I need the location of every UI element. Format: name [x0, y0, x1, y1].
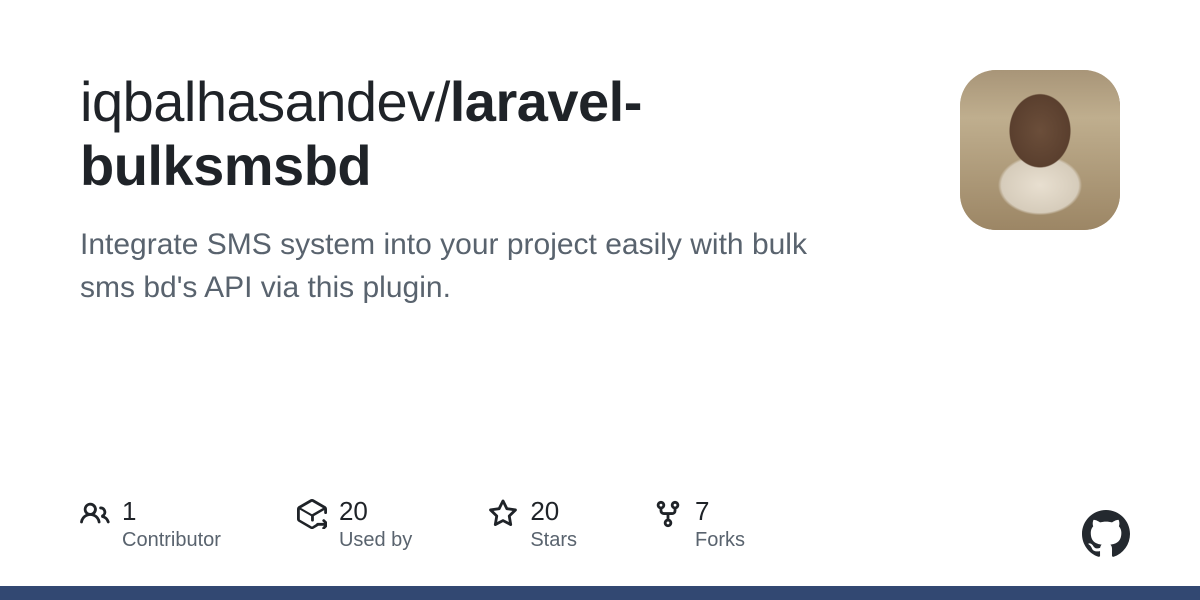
- people-icon: [80, 499, 110, 529]
- stat-text: 20 Stars: [530, 497, 577, 552]
- stat-value: 20: [530, 497, 577, 526]
- star-icon: [488, 499, 518, 529]
- stat-forks: 7 Forks: [653, 497, 745, 552]
- avatar: [960, 70, 1120, 230]
- stat-contributors: 1 Contributor: [80, 497, 221, 552]
- repo-owner: iqbalhasandev: [80, 70, 435, 133]
- stat-used-by: 20 Used by: [297, 497, 412, 552]
- package-dependents-icon: [297, 499, 327, 529]
- stat-value: 20: [339, 497, 412, 526]
- stat-stars: 20 Stars: [488, 497, 577, 552]
- social-preview-card: iqbalhasandev/laravel-bulksmsbd Integrat…: [0, 0, 1200, 600]
- repo-title: iqbalhasandev/laravel-bulksmsbd: [80, 70, 920, 199]
- stat-text: 20 Used by: [339, 497, 412, 552]
- github-logo-icon: [1082, 510, 1130, 558]
- stat-label: Stars: [530, 528, 577, 552]
- stat-text: 1 Contributor: [122, 497, 221, 552]
- repo-separator: /: [435, 70, 450, 133]
- stat-label: Used by: [339, 528, 412, 552]
- title-block: iqbalhasandev/laravel-bulksmsbd Integrat…: [80, 70, 920, 310]
- stat-value: 7: [695, 497, 745, 526]
- accent-bar: [0, 586, 1200, 600]
- stat-value: 1: [122, 497, 221, 526]
- fork-icon: [653, 499, 683, 529]
- stat-text: 7 Forks: [695, 497, 745, 552]
- header-row: iqbalhasandev/laravel-bulksmsbd Integrat…: [80, 70, 1120, 310]
- stats-row: 1 Contributor 20 Used by 20 Stars: [80, 497, 745, 552]
- stat-label: Contributor: [122, 528, 221, 552]
- repo-name-bold: laravel: [450, 70, 624, 133]
- repo-description: Integrate SMS system into your project e…: [80, 223, 840, 310]
- stat-label: Forks: [695, 528, 745, 552]
